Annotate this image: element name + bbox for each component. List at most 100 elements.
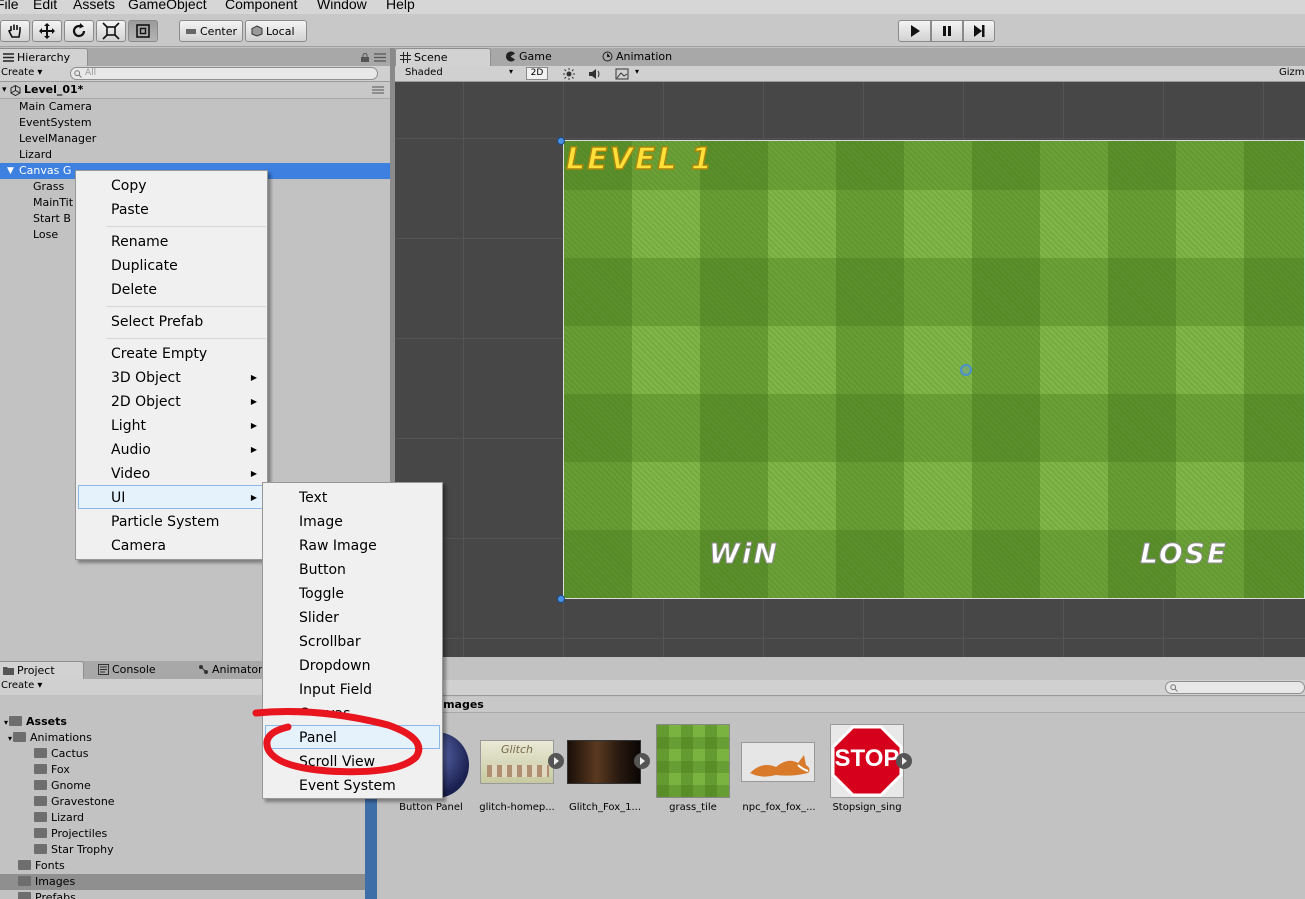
submenu-item-input-field[interactable]: Input Field: [299, 678, 372, 702]
step-icon: [974, 25, 985, 37]
menu-edit[interactable]: Edit: [33, 0, 57, 12]
submenu-item-text[interactable]: Text: [299, 486, 327, 510]
lighting-icon[interactable]: [563, 68, 575, 80]
menu-help[interactable]: Help: [386, 0, 415, 12]
tree-item-fonts[interactable]: Fonts: [18, 858, 65, 874]
tree-item-projectiles[interactable]: Projectiles: [34, 826, 107, 842]
pivot-center-button[interactable]: Center: [179, 20, 243, 42]
breadcrumb-images[interactable]: Images: [439, 698, 484, 711]
submenu-item-raw-image[interactable]: Raw Image: [299, 534, 377, 558]
menu-item-particle-system[interactable]: Particle System: [111, 510, 219, 534]
menu-item-duplicate[interactable]: Duplicate: [111, 254, 178, 278]
asset-label: glitch-homep...: [479, 802, 555, 813]
menu-item-3d-object[interactable]: 3D Object: [111, 366, 181, 390]
tree-item-star-trophy[interactable]: Star Trophy: [34, 842, 114, 858]
asset-search-input[interactable]: [1165, 681, 1305, 694]
tree-item-animations[interactable]: ▾ Animations: [8, 730, 92, 746]
asset-thumb-glitch-homepage[interactable]: Glitch: [480, 740, 554, 784]
tab-animation[interactable]: Animation: [598, 48, 698, 66]
tab-console[interactable]: Console: [94, 661, 174, 679]
menu-item-rename[interactable]: Rename: [111, 230, 168, 254]
menu-window[interactable]: Window: [317, 0, 367, 12]
tab-game[interactable]: Game: [501, 48, 571, 66]
tree-item-fox[interactable]: Fox: [34, 762, 70, 778]
hierarchy-search-input[interactable]: All: [70, 67, 378, 80]
menu-item-audio[interactable]: Audio: [111, 438, 151, 462]
menu-gameobject[interactable]: GameObject: [128, 0, 207, 12]
submenu-item-toggle[interactable]: Toggle: [299, 582, 344, 606]
menu-item-delete[interactable]: Delete: [111, 278, 157, 302]
hierarchy-item-levelmanager[interactable]: LevelManager: [0, 131, 390, 147]
submenu-item-image[interactable]: Image: [299, 510, 343, 534]
pivot-label: Center: [200, 24, 238, 38]
expand-play-icon[interactable]: [548, 753, 564, 769]
pause-button[interactable]: [931, 20, 963, 42]
tab-scene[interactable]: Scene: [395, 48, 491, 66]
tree-item-gravestone[interactable]: Gravestone: [34, 794, 115, 810]
toolbar: Center Local: [0, 14, 1305, 47]
scene-header-row[interactable]: ▾ Level_01*: [0, 82, 390, 99]
canvas-grass-background[interactable]: LEVEL 1 WiN LOSE: [563, 140, 1305, 599]
move-tool-button[interactable]: [32, 20, 62, 42]
rect-tool-button[interactable]: [128, 20, 158, 42]
submenu-item-button[interactable]: Button: [299, 558, 346, 582]
tab-project[interactable]: Project: [0, 661, 84, 679]
panel-menu-icon[interactable]: [374, 53, 386, 62]
rect-pivot-handle[interactable]: [960, 364, 972, 376]
tree-item-images[interactable]: Images: [0, 874, 365, 890]
hierarchy-item-lizard[interactable]: Lizard: [0, 147, 390, 163]
menu-file[interactable]: File: [0, 0, 19, 12]
expand-play-icon[interactable]: [896, 753, 912, 769]
tree-item-cactus[interactable]: Cactus: [34, 746, 89, 762]
space-local-button[interactable]: Local: [245, 20, 307, 42]
shading-mode-dropdown[interactable]: Shaded ▾: [405, 67, 519, 78]
tree-item-gnome[interactable]: Gnome: [34, 778, 91, 794]
audio-icon[interactable]: [588, 68, 602, 80]
submenu-item-scrollbar[interactable]: Scrollbar: [299, 630, 361, 654]
asset-label: Stopsign_sing: [832, 802, 902, 813]
rotate-tool-button[interactable]: [64, 20, 94, 42]
expand-play-icon[interactable]: [634, 753, 650, 769]
tree-item-assets[interactable]: ▾ Assets: [4, 714, 67, 730]
menu-item-light[interactable]: Light: [111, 414, 146, 438]
asset-thumb-npc-fox[interactable]: [741, 742, 815, 782]
asset-thumb-grass-tile[interactable]: [656, 724, 730, 798]
menu-item-copy[interactable]: Copy: [111, 174, 147, 198]
hierarchy-create-dropdown[interactable]: Create ▾: [1, 67, 42, 78]
submenu-item-event-system[interactable]: Event System: [299, 774, 396, 798]
tab-hierarchy[interactable]: Hierarchy: [0, 48, 88, 66]
effects-dropdown-arrow[interactable]: ▾: [635, 67, 639, 76]
folder-icon: [34, 844, 47, 854]
hand-tool-button[interactable]: [0, 20, 30, 42]
project-create-dropdown[interactable]: Create ▾: [1, 680, 42, 691]
step-button[interactable]: [963, 20, 995, 42]
menu-component[interactable]: Component: [225, 0, 297, 12]
scene-menu-icon[interactable]: [372, 86, 384, 94]
submenu-item-dropdown[interactable]: Dropdown: [299, 654, 370, 678]
2d-toggle[interactable]: 2D: [526, 67, 548, 80]
menu-item-select-prefab[interactable]: Select Prefab: [111, 310, 203, 334]
lock-icon[interactable]: [360, 53, 370, 62]
scale-tool-button[interactable]: [96, 20, 126, 42]
image-effects-icon[interactable]: [615, 68, 629, 80]
hierarchy-item-main-camera[interactable]: Main Camera: [0, 99, 390, 115]
tree-item-label: Gnome: [51, 779, 91, 792]
asset-thumb-glitch-fox[interactable]: [567, 740, 641, 784]
asset-thumb-stopsign[interactable]: STOP: [830, 724, 904, 798]
play-button[interactable]: [898, 20, 931, 42]
gizmos-dropdown[interactable]: Gizm: [1279, 67, 1305, 78]
menu-item-create-empty[interactable]: Create Empty: [111, 342, 207, 366]
tree-item-prefabs[interactable]: Prefabs: [18, 890, 76, 899]
submenu-item-slider[interactable]: Slider: [299, 606, 339, 630]
hierarchy-item-eventsystem[interactable]: EventSystem: [0, 115, 390, 131]
rect-corner-handle[interactable]: [557, 595, 565, 603]
rect-corner-handle[interactable]: [557, 137, 565, 145]
menu-item-2d-object[interactable]: 2D Object: [111, 390, 181, 414]
menu-item-camera[interactable]: Camera: [111, 534, 166, 558]
menu-item-video[interactable]: Video: [111, 462, 150, 486]
menu-item-paste[interactable]: Paste: [111, 198, 149, 222]
tree-item-lizard[interactable]: Lizard: [34, 810, 84, 826]
menu-item-ui[interactable]: UI: [78, 485, 265, 509]
menu-assets[interactable]: Assets: [73, 0, 115, 12]
menu-bar: File Edit Assets GameObject Component Wi…: [0, 0, 1305, 14]
